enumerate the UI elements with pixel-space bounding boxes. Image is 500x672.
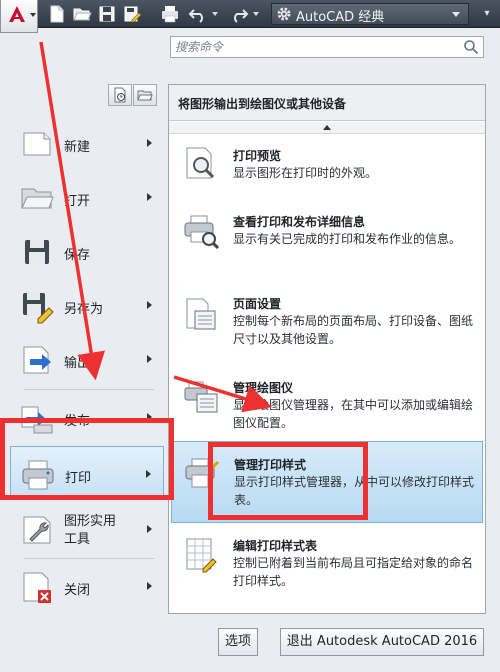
overflow-icon[interactable]: ▾ [478, 4, 496, 24]
save-as-icon [23, 293, 54, 324]
panel-item-description: 控制已附着到当前布局且可指定给对象的命名打印样式。 [233, 556, 474, 588]
panel-item-description: 控制每个新布局的页面布局、打印设备、图纸尺寸以及其他设置。 [233, 314, 474, 346]
panel-item-description: 显示绘图仪管理器，在其中可以添加或编辑绘图仪配置。 [233, 398, 474, 430]
recent-documents-icon [114, 87, 126, 103]
menu-item-close[interactable]: 关闭 [10, 559, 164, 613]
chevron-right-icon [147, 355, 152, 363]
open-icon[interactable] [72, 4, 92, 24]
page-setup-icon [186, 298, 216, 330]
application-menu-list: 新建 打开 保存 另存为 输出 发布 打印 图形实用 工具 关闭 [0, 116, 166, 611]
print-submenu-panel: 将图形输出到绘图仪或其他设备 打印预览 显示图形在打印时的外观。 查看打印和发布… [168, 84, 486, 614]
plot-details-icon [184, 215, 219, 249]
drawing-utilities-icon [23, 516, 51, 544]
menu-item-print[interactable]: 打印 [10, 446, 164, 500]
undo-icon[interactable] [188, 4, 208, 24]
chevron-down-icon [452, 12, 460, 17]
panel-item-page-setup[interactable]: 页面设置 控制每个新布局的页面布局、打印设备、图纸尺寸以及其他设置。 [171, 285, 483, 369]
chevron-up-icon [323, 125, 331, 130]
redo-dropdown-icon[interactable] [253, 12, 259, 16]
menu-item-label: 发布 [64, 414, 91, 429]
panel-item-title: 打印预览 [233, 149, 282, 163]
chevron-right-icon [147, 525, 152, 533]
application-menu-button[interactable] [0, 0, 38, 33]
chevron-down-icon [30, 13, 36, 17]
open-documents-button[interactable] [133, 84, 157, 106]
panel-item-edit-plot-style-table[interactable]: 编辑打印样式表 控制已附着到当前布局且可指定给对象的命名打印样式。 [171, 525, 483, 603]
menu-item-label-line2: 工具 [64, 532, 91, 547]
scroll-up-button[interactable] [169, 122, 485, 134]
recent-documents-button[interactable] [108, 84, 132, 106]
menu-item-label: 关闭 [64, 583, 91, 598]
search-box [170, 36, 484, 58]
open-documents-icon [137, 90, 153, 101]
redo-icon[interactable] [229, 4, 249, 24]
search-icon[interactable] [463, 39, 479, 55]
panel-item-plotter-manager[interactable]: 管理绘图仪 显示绘图仪管理器，在其中可以添加或编辑绘图仪配置。 [171, 369, 483, 441]
chevron-right-icon [146, 470, 151, 478]
panel-header: 将图形输出到绘图仪或其他设备 [169, 85, 485, 121]
panel-item-title: 管理打印样式 [234, 458, 307, 472]
exit-autocad-button[interactable]: 退出 Autodesk AutoCAD 2016 [280, 628, 484, 656]
quick-access-toolbar: AutoCAD 经典 ▾ [0, 0, 500, 28]
chevron-right-icon [147, 413, 152, 421]
panel-item-description: 显示图形在打印时的外观。 [233, 166, 378, 180]
plotter-manager-icon [184, 381, 218, 413]
export-icon [23, 346, 51, 374]
menu-item-label: 保存 [64, 248, 91, 263]
workspace-switcher[interactable]: AutoCAD 经典 [271, 3, 469, 25]
panel-item-title: 管理绘图仪 [233, 381, 294, 395]
menu-item-open[interactable]: 打开 [10, 170, 164, 224]
panel-item-plot-details[interactable]: 查看打印和发布详细信息 显示有关已完成的打印和发布作业的信息。 [171, 203, 483, 285]
new-icon[interactable] [47, 4, 67, 24]
menu-item-label: 输出 [64, 356, 91, 371]
menu-item-export[interactable]: 输出 [10, 332, 164, 386]
print-icon [22, 460, 54, 490]
panel-item-title: 查看打印和发布详细信息 [233, 215, 366, 229]
recent-documents-toggle [108, 84, 158, 106]
chevron-right-icon [147, 139, 152, 147]
menu-item-publish[interactable]: 发布 [10, 390, 164, 444]
print-icon[interactable] [160, 4, 180, 24]
menu-item-label: 打开 [64, 194, 91, 209]
search-input[interactable] [175, 38, 455, 56]
chevron-right-icon [147, 193, 152, 201]
menu-item-save-as[interactable]: 另存为 [10, 278, 164, 332]
options-button[interactable]: 选项 [218, 628, 258, 656]
new-file-icon [23, 132, 51, 156]
panel-item-title: 页面设置 [233, 297, 282, 311]
menu-item-drawing-utilities[interactable]: 图形实用 工具 [10, 502, 164, 556]
chevron-right-icon [147, 582, 152, 590]
undo-dropdown-icon[interactable] [212, 12, 218, 16]
panel-item-title: 编辑打印样式表 [233, 539, 318, 553]
menu-item-save[interactable]: 保存 [10, 224, 164, 278]
edit-plot-style-icon [186, 538, 217, 573]
menu-item-label: 打印 [65, 471, 92, 486]
chevron-right-icon [147, 301, 152, 309]
plot-style-manager-icon [185, 458, 220, 488]
panel-item-print-preview[interactable]: 打印预览 显示图形在打印时的外观。 [171, 137, 483, 203]
autocad-logo-icon [9, 6, 25, 22]
close-document-icon [23, 572, 51, 603]
menu-item-label-line1: 图形实用 [64, 514, 117, 529]
panel-title: 将图形输出到绘图仪或其他设备 [178, 97, 347, 111]
menu-item-label: 图形实用 工具 [64, 513, 116, 549]
panel-item-plot-style-manager[interactable]: 管理打印样式 显示打印样式管理器，从中可以修改打印样式表。 [171, 441, 483, 523]
print-preview-icon [186, 147, 215, 179]
open-folder-icon [21, 188, 54, 209]
workspace-label: AutoCAD 经典 [296, 10, 385, 25]
menu-item-new[interactable]: 新建 [10, 116, 164, 170]
save-disk-icon [25, 240, 49, 264]
menu-item-label: 新建 [64, 140, 91, 155]
save-as-icon[interactable] [122, 4, 142, 24]
gear-icon [277, 7, 291, 21]
publish-icon [21, 406, 53, 434]
menu-item-label: 另存为 [64, 302, 104, 317]
save-icon[interactable] [97, 4, 117, 24]
panel-item-description: 显示打印样式管理器，从中可以修改打印样式表。 [234, 475, 475, 507]
panel-item-description: 显示有关已完成的打印和发布作业的信息。 [233, 232, 462, 246]
